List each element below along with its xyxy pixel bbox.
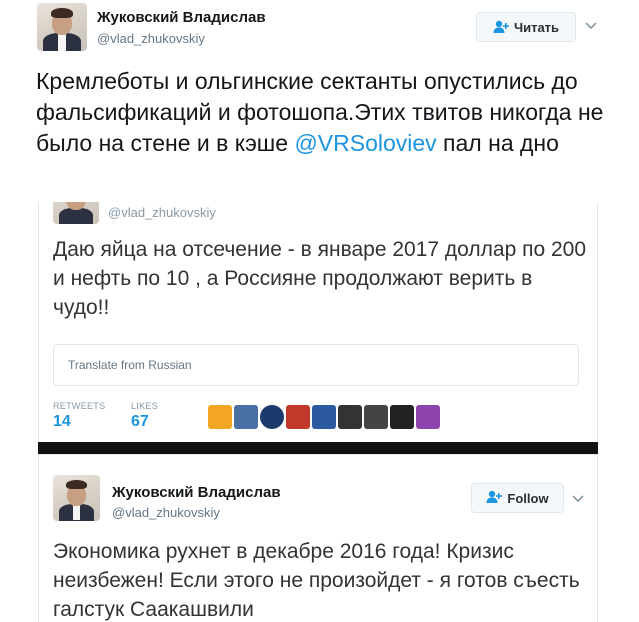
embedded-tweet-upper: @vlad_zhukovskiy Даю яйца на отсечение -…: [38, 202, 598, 442]
liker-avatar: [390, 405, 414, 429]
tweet-text: Кремлеботы и ольгинские сектанты опустил…: [36, 66, 616, 159]
liker-avatar: [364, 405, 388, 429]
embedded-author-name: Жуковский Владислав: [112, 484, 281, 501]
liker-avatar: [208, 405, 232, 429]
author-avatar[interactable]: [37, 3, 87, 51]
translate-box: Translate from Russian: [53, 344, 579, 386]
likes-stat: LIKES 67: [131, 401, 158, 431]
embedded-follow-label: Follow: [507, 490, 549, 506]
tweet-text-part: пал на дно: [436, 130, 559, 156]
embedded-avatar: [53, 202, 99, 224]
likers-avatars: [208, 405, 440, 429]
embedded-follow-button: Follow: [471, 483, 564, 513]
embedded-screenshot[interactable]: @vlad_zhukovskiy Даю яйца на отсечение -…: [38, 202, 598, 622]
liker-avatar: [286, 405, 310, 429]
embedded-tweet-text: Даю яйца на отсечение - в январе 2017 до…: [53, 238, 587, 319]
embedded-avatar: [53, 475, 100, 521]
follow-button[interactable]: Читать: [476, 12, 576, 42]
retweets-count: 14: [53, 413, 71, 430]
add-user-icon: [493, 20, 509, 34]
author-handle[interactable]: @vlad_zhukovskiy: [97, 31, 205, 46]
liker-avatar: [338, 405, 362, 429]
likes-label: LIKES: [131, 401, 159, 411]
embedded-tweet-text: Экономика рухнет в декабре 2016 года! Кр…: [53, 540, 580, 621]
liker-avatar: [312, 405, 336, 429]
liker-avatar: [234, 405, 258, 429]
embedded-author-handle: @vlad_zhukovskiy: [112, 505, 220, 520]
chevron-down-icon: [571, 491, 585, 505]
mention-link[interactable]: @VRSoloviev: [294, 130, 436, 156]
retweets-stat: RETWEETS 14: [53, 401, 105, 431]
liker-avatar: [260, 405, 284, 429]
add-user-icon: [486, 490, 503, 507]
screenshot-divider: [38, 442, 598, 454]
retweets-label: RETWEETS: [53, 401, 106, 411]
liker-avatar: [416, 405, 440, 429]
likes-count: 67: [131, 413, 149, 430]
embedded-tweet-lower: Жуковский Владислав @vlad_zhukovskiy Fol…: [38, 454, 598, 622]
follow-label: Читать: [513, 19, 560, 35]
chevron-down-icon[interactable]: [584, 18, 598, 32]
author-name[interactable]: Жуковский Владислав: [97, 9, 266, 26]
embedded-handle: @vlad_zhukovskiy: [108, 205, 216, 220]
